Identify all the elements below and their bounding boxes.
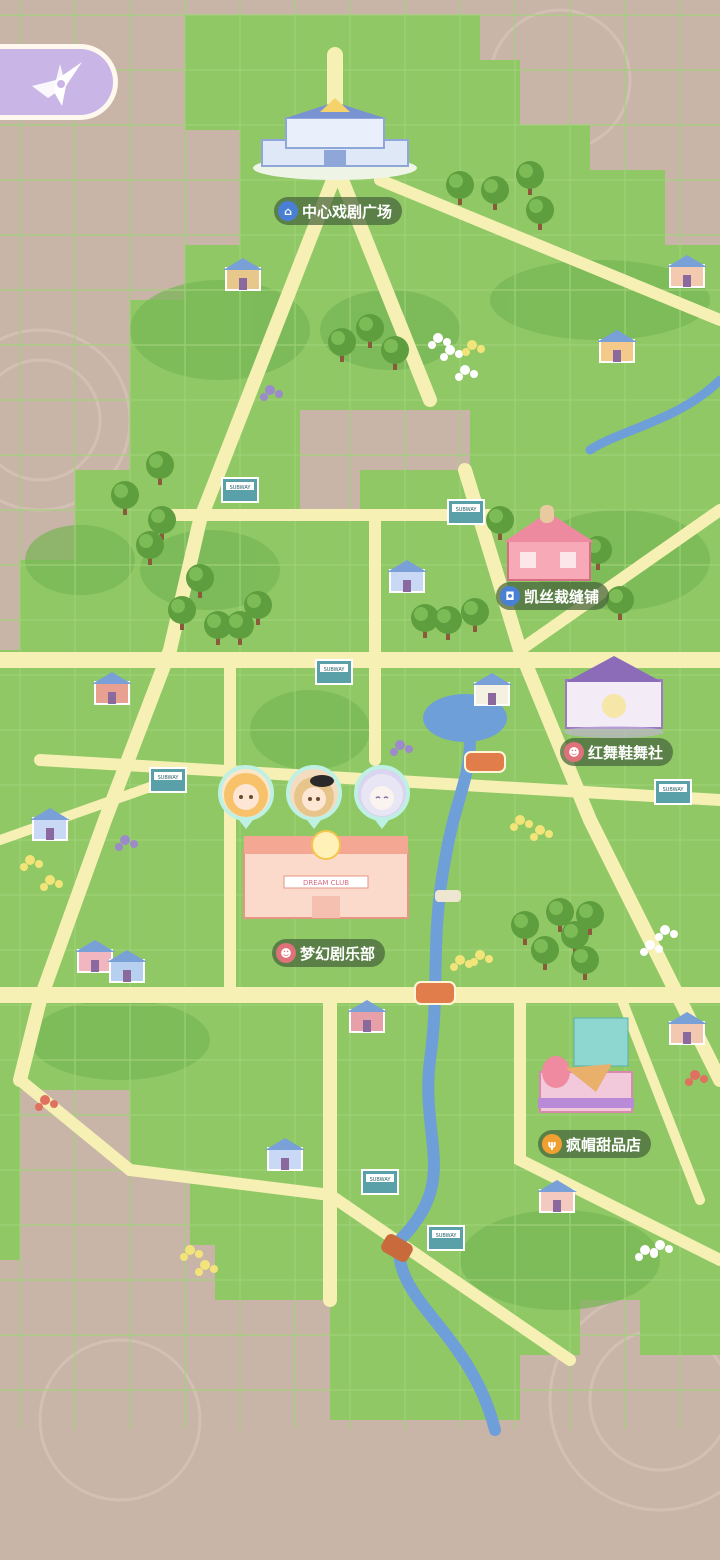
dream-club-sign: DREAM CLUB <box>303 879 349 887</box>
subway-stop-2: SUBWAY <box>427 1225 465 1251</box>
city-map: DREAM CLUB SUBWAY SUBWAY SUBWAY SUBWAY SUBWA… <box>0 0 720 1560</box>
location-label-tailor-shop[interactable]: ◘ 凯丝裁缝铺 <box>496 582 610 610</box>
fork-knife-icon: ψ <box>542 1134 562 1154</box>
back-compass-button[interactable] <box>0 44 118 120</box>
location-name: 中心戏剧广场 <box>302 202 393 221</box>
flower-11 <box>195 1260 218 1276</box>
subway-stop-1: SUBWAY <box>315 659 353 685</box>
shopping-bag-icon: ◘ <box>500 586 520 606</box>
subway-stop-0: SUBWAY <box>221 477 259 503</box>
location-label-central-plaza[interactable]: ⌂ 中心戏剧广场 <box>274 197 403 225</box>
theater-mask-icon: ☻ <box>564 742 584 762</box>
subway-sign-text: SUBWAY <box>158 775 180 781</box>
subway-sign-text: SUBWAY <box>370 1177 392 1183</box>
character-avatar-silver[interactable] <box>354 765 410 821</box>
character-avatar-blonde[interactable] <box>218 765 274 821</box>
character-avatar-hat[interactable] <box>286 765 342 821</box>
subway-sign-text: SUBWAY <box>230 485 252 491</box>
avatar-portrait <box>361 774 403 816</box>
museum-icon: ⌂ <box>278 201 298 221</box>
location-label-dream-club[interactable]: ☻ 梦幻剧乐部 <box>272 939 386 967</box>
avatar-pointer <box>375 820 389 829</box>
location-label-dance-club[interactable]: ☻ 红舞鞋舞社 <box>560 738 674 766</box>
flower-10 <box>180 1245 203 1261</box>
theater-mask-icon: ☻ <box>276 943 296 963</box>
avatar-portrait <box>294 775 334 817</box>
compass-star-icon <box>31 62 82 106</box>
avatar-pointer <box>307 820 321 829</box>
location-label-dessert-shop[interactable]: ψ 疯帽甜品店 <box>538 1130 652 1158</box>
dream-club-building[interactable]: DREAM CLUB <box>243 830 409 919</box>
subway-stop-6: SUBWAY <box>447 499 485 525</box>
location-name: 红舞鞋舞社 <box>588 743 664 762</box>
subway-sign-text: SUBWAY <box>436 1233 458 1239</box>
avatar-portrait <box>224 773 268 817</box>
avatar-pointer <box>239 820 253 829</box>
subway-stop-5: SUBWAY <box>361 1169 399 1195</box>
subway-sign-text: SUBWAY <box>456 507 478 513</box>
subway-sign-text: SUBWAY <box>663 787 685 793</box>
subway-sign-text: SUBWAY <box>324 667 346 673</box>
location-name: 疯帽甜品店 <box>566 1135 642 1154</box>
location-name: 凯丝裁缝铺 <box>524 587 600 606</box>
location-name: 梦幻剧乐部 <box>300 944 376 963</box>
subway-stop-3: SUBWAY <box>149 767 187 793</box>
subway-stop-4: SUBWAY <box>654 779 692 805</box>
